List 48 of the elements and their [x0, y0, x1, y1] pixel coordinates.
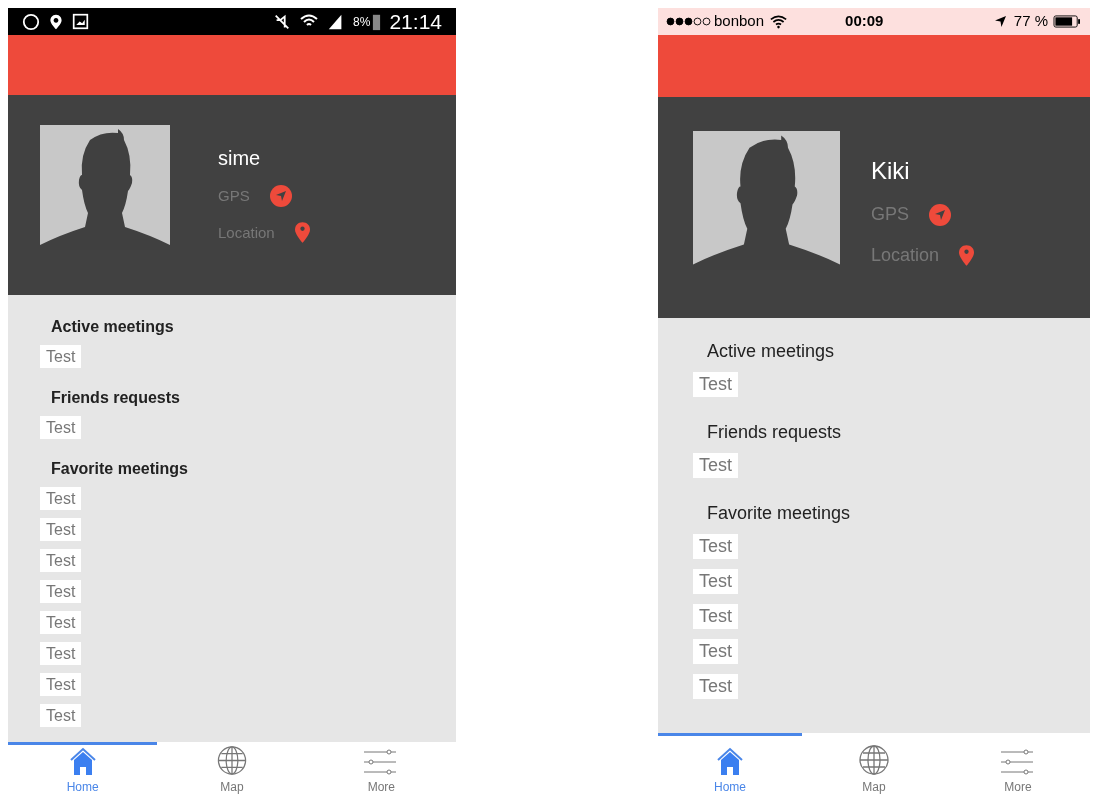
battery-icon [372, 12, 382, 31]
meeting-item[interactable]: Test [40, 642, 82, 665]
meeting-item[interactable]: Test [693, 569, 738, 594]
section-heading: Friends requests [50, 388, 181, 408]
tab-button[interactable]: Home [8, 742, 158, 798]
map-pin-icon [959, 245, 975, 266]
battery-percent: 8% [353, 13, 371, 31]
section-heading: Active meetings [50, 317, 175, 337]
mute-icon [273, 12, 292, 31]
wifi-icon [770, 14, 788, 29]
globe-icon [858, 744, 890, 776]
meeting-item[interactable]: Test [40, 549, 82, 572]
tab-button[interactable]: Map [802, 733, 946, 798]
tab-button[interactable]: More [946, 733, 1090, 798]
meeting-item[interactable]: Test [40, 611, 82, 634]
map-pin-icon [294, 222, 310, 244]
image-icon [72, 13, 89, 30]
section-heading: Favorite meetings [706, 502, 852, 525]
meeting-item[interactable]: Test [693, 372, 738, 397]
section-heading: Friends requests [706, 421, 843, 444]
meeting-item[interactable]: Test [40, 673, 82, 696]
tab-button[interactable]: More [306, 742, 456, 798]
clock-time: 21:14 [389, 8, 442, 35]
signal-dots-icon [666, 17, 711, 26]
meeting-item[interactable]: Test [40, 518, 82, 541]
location-arrow-icon [994, 16, 1006, 27]
clock-time: 00:09 [845, 11, 884, 32]
user-name: sime [218, 146, 262, 171]
meeting-item[interactable]: Test [40, 704, 82, 727]
section-heading: Active meetings [706, 340, 836, 363]
battery-icon [1052, 15, 1082, 28]
meeting-item[interactable]: Test [40, 416, 82, 439]
meeting-item[interactable]: Test [693, 534, 738, 559]
section-heading: Favorite meetings [50, 459, 189, 479]
globe-icon [216, 745, 248, 776]
tab-button[interactable]: Map [157, 742, 307, 798]
pin-icon [48, 12, 64, 31]
meeting-item[interactable]: Test [693, 639, 738, 664]
meeting-item[interactable]: Test [40, 487, 82, 510]
tab-button[interactable]: Home [658, 733, 802, 798]
carrier-name: bonbon [714, 11, 765, 32]
meeting-item[interactable]: Test [40, 345, 82, 368]
user-name: Kiki [871, 156, 911, 186]
battery-percent: 77 % [1013, 11, 1048, 32]
meeting-item[interactable]: Test [40, 580, 82, 603]
meeting-item[interactable]: Test [693, 674, 738, 699]
meeting-item[interactable]: Test [693, 604, 738, 629]
meeting-item[interactable]: Test [693, 453, 738, 478]
